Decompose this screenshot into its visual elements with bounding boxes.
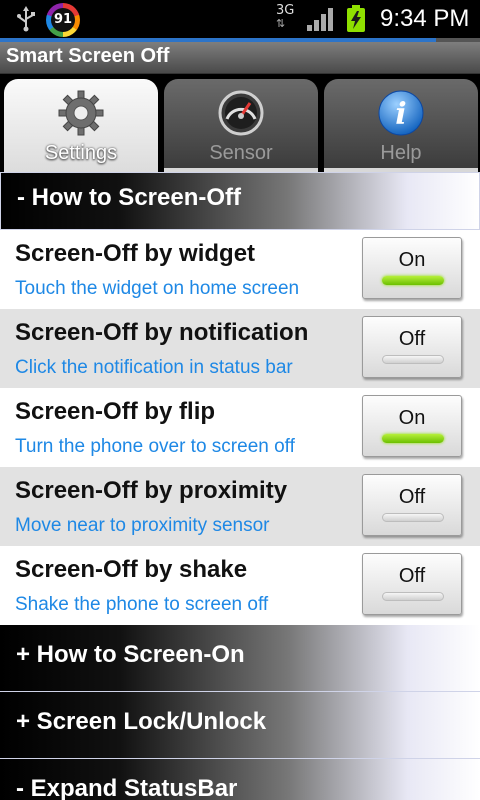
tab-settings-label: Settings	[44, 142, 118, 164]
toggle-indicator	[382, 513, 444, 522]
battery-ring-icon: 91	[46, 3, 80, 37]
tab-sensor-label: Sensor	[209, 142, 273, 164]
toggle-label: On	[398, 249, 426, 271]
proximity-toggle-button[interactable]: Off	[362, 474, 462, 536]
tab-settings[interactable]: Settings	[4, 79, 158, 172]
group-header-label: + How to Screen-On	[16, 641, 245, 668]
gear-icon	[58, 90, 104, 136]
status-bar: 91 3G ⇅ 9:34 PM	[0, 0, 480, 38]
toggle-indicator	[382, 592, 444, 601]
list-item: Screen-Off by flip Turn the phone over t…	[0, 388, 480, 467]
group-header-expand-statusbar[interactable]: - Expand StatusBar	[0, 759, 480, 800]
setting-title: Screen-Off by flip	[15, 398, 216, 425]
toggle-indicator	[382, 355, 444, 364]
list-item: Screen-Off by shake Shake the phone to s…	[0, 546, 480, 625]
tab-bar: Settings Sensor i Help	[0, 74, 480, 172]
setting-title: Screen-Off by notification	[15, 319, 309, 346]
toggle-indicator	[382, 434, 444, 443]
gauge-icon	[218, 90, 264, 136]
app-title-bar: Smart Screen Off	[0, 42, 480, 74]
setting-subtitle: Shake the phone to screen off	[15, 594, 269, 615]
tab-help-label: Help	[380, 142, 422, 164]
signal-icon	[307, 8, 333, 31]
clock: 9:34 PM	[380, 5, 470, 32]
toggle-label: Off	[398, 486, 426, 508]
setting-title: Screen-Off by proximity	[15, 477, 288, 504]
setting-subtitle: Click the notification in status bar	[15, 357, 293, 378]
shake-toggle-button[interactable]: Off	[362, 553, 462, 615]
toggle-label: Off	[398, 565, 426, 587]
group-header-label: + Screen Lock/Unlock	[16, 708, 267, 735]
usb-icon	[17, 6, 35, 32]
battery-charging-icon	[347, 5, 365, 32]
notification-toggle-button[interactable]: Off	[362, 316, 462, 378]
toggle-label: Off	[398, 328, 426, 350]
setting-subtitle: Turn the phone over to screen off	[15, 436, 295, 457]
group-header-screen-on[interactable]: + How to Screen-On	[0, 625, 480, 692]
setting-title: Screen-Off by shake	[15, 556, 248, 583]
setting-title: Screen-Off by widget	[15, 240, 256, 267]
list-item: Screen-Off by widget Touch the widget on…	[0, 230, 480, 309]
widget-toggle-button[interactable]: On	[362, 237, 462, 299]
app-title: Smart Screen Off	[6, 45, 170, 67]
list-item: Screen-Off by proximity Move near to pro…	[0, 467, 480, 546]
info-icon: i	[378, 90, 424, 136]
setting-subtitle: Move near to proximity sensor	[15, 515, 270, 536]
group-header-label: - Expand StatusBar	[16, 775, 238, 800]
group-header-screen-off[interactable]: - How to Screen-Off	[0, 172, 480, 230]
battery-percent: 91	[51, 8, 75, 32]
flip-toggle-button[interactable]: On	[362, 395, 462, 457]
group-header-screen-lock[interactable]: + Screen Lock/Unlock	[0, 692, 480, 759]
group-header-label: - How to Screen-Off	[17, 184, 242, 211]
tab-sensor[interactable]: Sensor	[164, 79, 318, 172]
toggle-indicator	[382, 276, 444, 285]
network-3g-icon: 3G ⇅	[276, 3, 295, 30]
setting-subtitle: Touch the widget on home screen	[15, 278, 300, 299]
network-label: 3G	[276, 3, 295, 18]
svg-text:i: i	[395, 97, 406, 132]
list-item: Screen-Off by notification Click the not…	[0, 309, 480, 388]
settings-list: - How to Screen-Off Screen-Off by widget…	[0, 172, 480, 800]
tab-help[interactable]: i Help	[324, 79, 478, 172]
toggle-label: On	[398, 407, 426, 429]
